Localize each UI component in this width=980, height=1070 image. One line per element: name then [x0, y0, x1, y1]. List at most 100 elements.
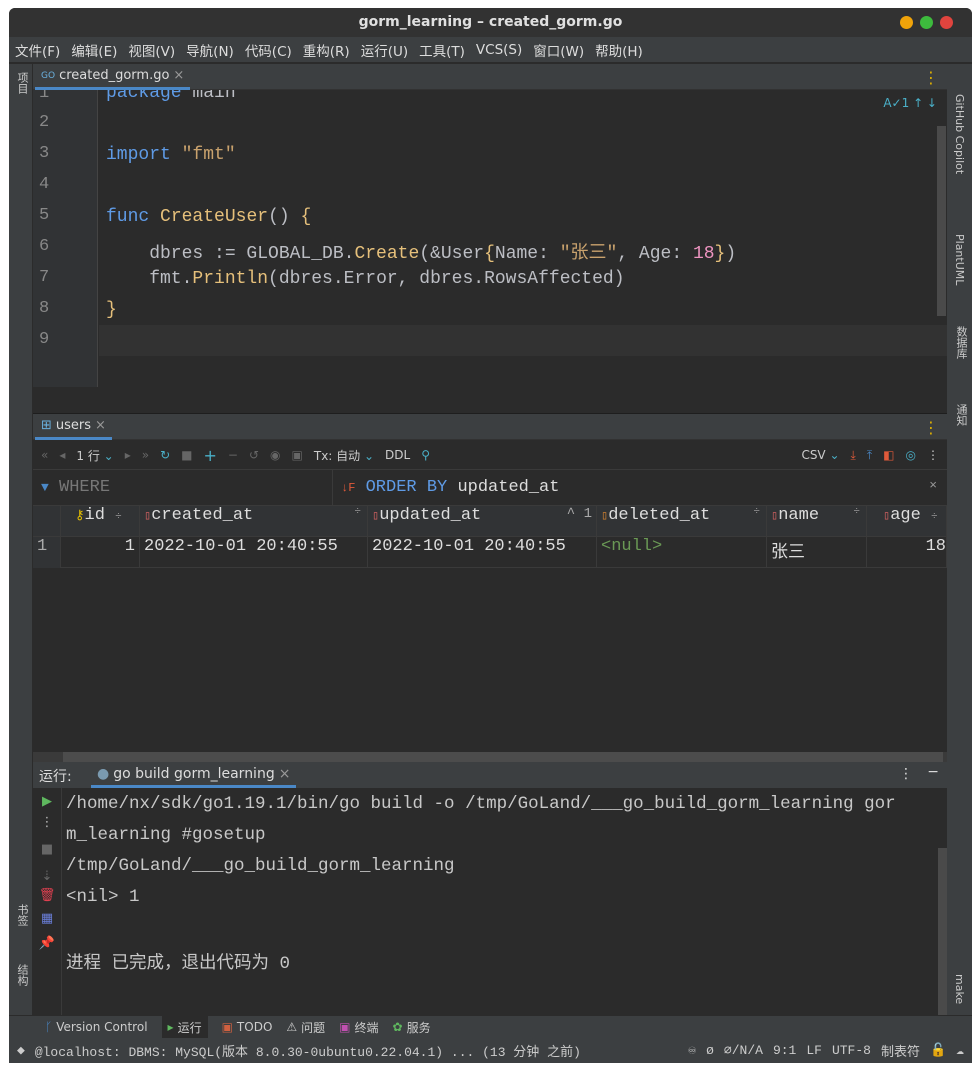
menu-edit[interactable]: 编辑(E) [71, 40, 117, 60]
copilot-status-icon[interactable]: ♾ [688, 1043, 696, 1058]
window-title: gorm_learning – created_gorm.go [358, 14, 623, 30]
cell-id[interactable]: 1 [61, 537, 140, 568]
refresh-icon[interactable]: ↻ [160, 448, 170, 462]
more-icon[interactable]: ⋮ [899, 766, 913, 782]
make-tool-button[interactable]: make [953, 974, 966, 1004]
code-editor[interactable]: 1 2 3 4 5 6 7 8 9 package main import "f… [33, 90, 947, 387]
save-icon[interactable]: ▣ [292, 448, 303, 462]
layout-icon[interactable]: ▦ [33, 911, 61, 926]
close-tab-icon[interactable]: × [95, 418, 106, 433]
console-scrollbar[interactable] [938, 848, 947, 1015]
clear-order-icon[interactable]: × [929, 478, 937, 493]
download-icon[interactable]: ⤓ [851, 448, 856, 463]
connection-status[interactable]: @localhost: DBMS: MySQL(版本 8.0.30-0ubunt… [35, 1041, 581, 1060]
copilot-tool-button[interactable]: GitHub Copilot [953, 94, 966, 174]
notifications-icon[interactable]: ☁ [956, 1043, 964, 1058]
ddl-button[interactable]: DDL [385, 448, 410, 462]
menu-navigate[interactable]: 导航(N) [186, 40, 234, 60]
menu-refactor[interactable]: 重构(R) [303, 40, 350, 60]
editor-scrollbar[interactable] [937, 126, 946, 316]
vcs-status[interactable]: ∅/N/A [724, 1043, 763, 1058]
project-tool-button[interactable]: 项目 [14, 72, 30, 94]
rerun-icon[interactable]: ▶ [33, 794, 61, 809]
minimize-button[interactable] [900, 16, 913, 29]
column-header-name[interactable]: ▯name ÷ [767, 506, 867, 537]
menu-vcs[interactable]: VCS(S) [476, 42, 522, 58]
column-header-deleted-at[interactable]: ▯deleted_at ÷ [597, 506, 767, 537]
users-tab[interactable]: ⊞ users × [35, 414, 112, 440]
export-format-dropdown[interactable]: CSV ⌄ [801, 448, 839, 462]
view-mode-icon[interactable]: ◎ [906, 448, 916, 462]
close-tab-icon[interactable]: × [279, 766, 291, 782]
search-icon[interactable]: ⚲ [421, 448, 430, 462]
where-filter-input[interactable]: ▼ WHERE [33, 470, 333, 506]
inspection-widget[interactable]: A✓1 ↑ ↓ [883, 96, 937, 110]
bottom-tool-tabs: ᚴ Version Control ▸ 运行 ▣ TODO ⚠ 问题 ▣ 终端 ✿ 服务 [9, 1015, 972, 1039]
hide-panel-icon[interactable]: − [927, 764, 939, 780]
menu-code[interactable]: 代码(C) [245, 40, 292, 60]
more-icon[interactable]: ⋮ [923, 68, 939, 87]
column-header-created-at[interactable]: ▯created_at ÷ [140, 506, 368, 537]
column-header-id[interactable]: ⚷id ÷ [61, 506, 140, 537]
first-page-icon[interactable]: « [41, 448, 48, 462]
run-toolbar: ▶ ⋮ ■ ⇣ 🗑 ▦ 📌 [33, 788, 62, 1015]
more-icon[interactable]: ⋮ [33, 815, 61, 830]
indent-setting[interactable]: 制表符 [881, 1041, 920, 1060]
table-horizontal-scrollbar[interactable] [33, 752, 947, 762]
cell-age[interactable]: 18 [867, 537, 947, 568]
remove-row-icon[interactable]: − [228, 448, 238, 462]
editor-tab[interactable]: GO created_gorm.go × [35, 64, 191, 90]
cell-deleted-at[interactable]: <null> [597, 537, 767, 568]
order-by-input[interactable]: ↓F ORDER BY updated_at × [333, 470, 947, 506]
run-tab[interactable]: ▸ 运行 [161, 1015, 208, 1039]
notifications-tool-button[interactable]: 通知 [953, 404, 969, 426]
plantuml-tool-button[interactable]: PlantUML [953, 234, 966, 285]
close-tab-icon[interactable]: × [173, 68, 184, 83]
menu-view[interactable]: 视图(V) [128, 40, 175, 60]
rows-dropdown[interactable]: 1 行 ⌄ [76, 447, 113, 464]
next-page-icon[interactable]: ▸ [125, 448, 131, 462]
lock-icon[interactable]: 🔓 [930, 1043, 946, 1058]
problems-tab[interactable]: ⚠ 问题 [286, 1019, 325, 1036]
run-console[interactable]: /home/nx/sdk/go1.19.1/bin/go build -o /t… [62, 788, 947, 1015]
column-header-age[interactable]: ▯age ÷ [867, 506, 947, 537]
last-page-icon[interactable]: » [142, 448, 149, 462]
cell-updated-at[interactable]: 2022-10-01 20:40:55 [368, 537, 597, 568]
tx-dropdown[interactable]: Tx: 自动 ⌄ [314, 447, 374, 464]
revert-icon[interactable]: ↺ [249, 448, 259, 462]
stop-icon[interactable]: ■ [33, 842, 61, 857]
terminal-tab[interactable]: ▣ 终端 [339, 1019, 378, 1036]
menu-file[interactable]: 文件(F) [15, 40, 60, 60]
add-row-icon[interactable]: + [204, 446, 217, 465]
caret-position[interactable]: 9:1 [773, 1043, 796, 1058]
clear-icon[interactable]: 🗑 [33, 888, 61, 903]
stop-icon[interactable]: ■ [181, 448, 192, 462]
close-button[interactable] [940, 16, 953, 29]
run-config-tab[interactable]: ● go build gorm_learning × [91, 762, 297, 788]
maximize-button[interactable] [920, 16, 933, 29]
services-tab[interactable]: ✿ 服务 [393, 1019, 431, 1036]
version-control-tab[interactable]: ᚴ Version Control [45, 1020, 148, 1034]
database-tool-button[interactable]: 数据库 [953, 326, 969, 359]
cell-created-at[interactable]: 2022-10-01 20:40:55 [140, 537, 368, 568]
upload-icon[interactable]: ⤒ [867, 448, 872, 463]
prev-page-icon[interactable]: ◂ [59, 448, 65, 462]
menu-help[interactable]: 帮助(H) [595, 40, 643, 60]
column-header-updated-at[interactable]: ▯updated_at ^ 1 [368, 506, 597, 537]
scroll-to-end-icon[interactable]: ⇣ [33, 869, 61, 884]
bookmarks-tool-button[interactable]: 书签 [14, 904, 30, 926]
menu-tools[interactable]: 工具(T) [419, 40, 465, 60]
menu-window[interactable]: 窗口(W) [533, 40, 584, 60]
more-icon[interactable]: ⋮ [923, 418, 939, 437]
pin-icon[interactable]: 📌 [33, 936, 61, 951]
todo-tab[interactable]: ▣ TODO [222, 1020, 273, 1034]
more-icon[interactable]: ⋮ [927, 448, 939, 462]
file-encoding[interactable]: UTF-8 [832, 1043, 871, 1058]
line-separator[interactable]: LF [806, 1043, 822, 1058]
cell-name[interactable]: 张三 [767, 537, 867, 568]
compare-icon[interactable]: ◧ [883, 448, 894, 462]
menu-run[interactable]: 运行(U) [361, 40, 408, 60]
structure-tool-button[interactable]: 结构 [14, 964, 30, 986]
view-icon[interactable]: ◉ [270, 448, 280, 462]
table-row[interactable]: 1 1 2022-10-01 20:40:55 2022-10-01 20:40… [33, 537, 947, 568]
